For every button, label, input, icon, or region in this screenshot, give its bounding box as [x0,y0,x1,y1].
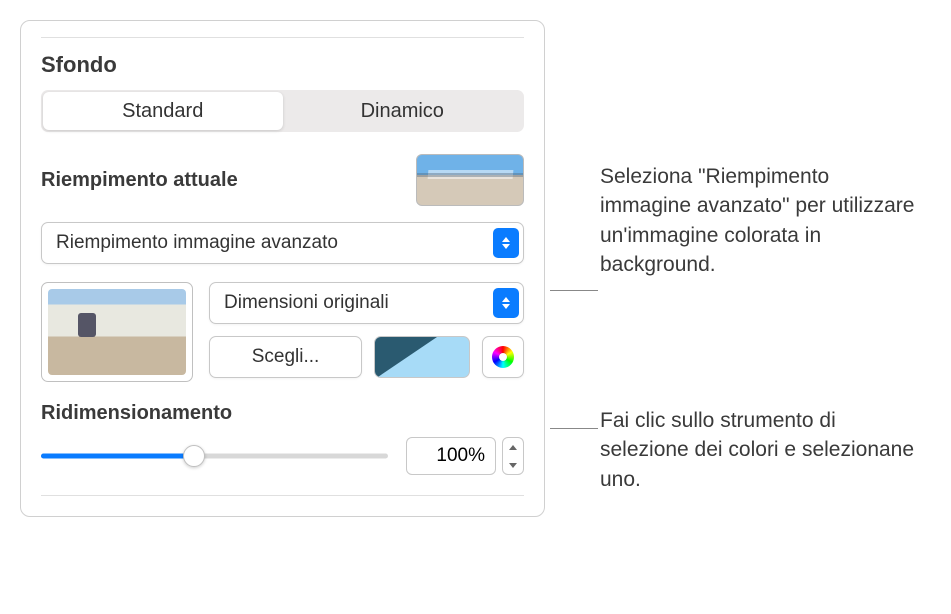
fill-type-popup[interactable]: Riempimento immagine avanzato [41,222,524,264]
callout-leader-1 [550,290,598,291]
callout-leader-2 [550,428,598,429]
image-controls: Dimensioni originali Scegli... [209,282,524,382]
divider-top [41,37,524,38]
stepper-up[interactable] [503,438,523,456]
current-fill-row: Riempimento attuale [41,154,524,206]
image-row: Dimensioni originali Scegli... [41,282,524,382]
tint-color-swatch[interactable] [374,336,470,378]
image-well[interactable] [41,282,193,382]
fill-type-value: Riempimento immagine avanzato [56,232,485,254]
color-wheel-icon [492,346,514,368]
choose-button[interactable]: Scegli... [209,336,362,378]
current-fill-preview[interactable] [416,154,524,206]
section-title: Sfondo [41,52,524,78]
image-thumbnail [48,289,186,375]
stepper-buttons [502,437,524,475]
background-panel: Sfondo Standard Dinamico Riempimento att… [20,20,545,517]
resize-value-field[interactable] [406,437,496,475]
segment-dynamic[interactable]: Dinamico [283,92,523,130]
popup-arrows-icon [493,288,519,318]
segmented-control: Standard Dinamico [41,90,524,132]
resize-row [41,437,524,475]
resize-slider[interactable] [41,443,388,469]
callout-text-2: Fai clic sullo strumento di selezione de… [600,406,920,494]
current-fill-label: Riempimento attuale [41,169,416,192]
popup-arrows-icon [493,228,519,258]
color-picker-button[interactable] [482,336,524,378]
callout-text-1: Seleziona "Riempimento immagine avanzato… [600,162,920,280]
slider-fill [41,454,194,459]
stepper-down[interactable] [503,456,523,474]
slider-thumb[interactable] [183,445,205,467]
image-size-popup[interactable]: Dimensioni originali [209,282,524,324]
image-size-value: Dimensioni originali [224,292,485,314]
divider-bottom [41,495,524,496]
choose-row: Scegli... [209,336,524,378]
resize-stepper [406,437,524,475]
resize-label: Ridimensionamento [41,402,524,425]
segment-standard[interactable]: Standard [43,92,283,130]
